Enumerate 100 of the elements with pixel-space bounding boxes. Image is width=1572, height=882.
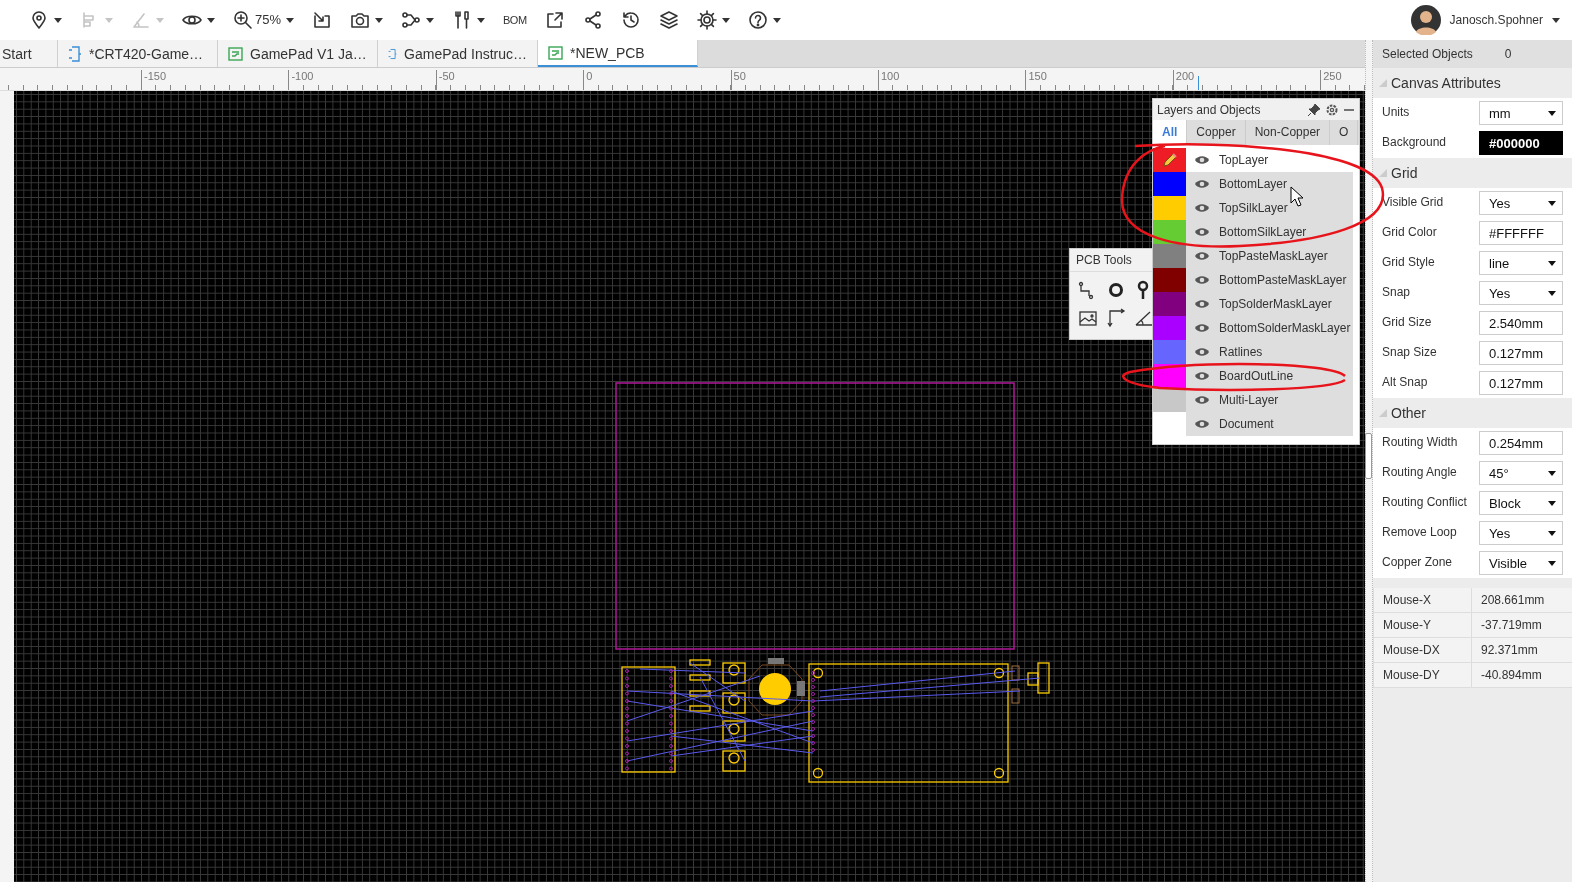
eye-icon[interactable] <box>1194 203 1210 213</box>
eye-icon[interactable] <box>1194 347 1210 357</box>
coordinate-value: 92.371mm <box>1471 638 1572 663</box>
property-label: Routing Conflict <box>1382 495 1467 509</box>
caret-icon <box>1552 17 1560 23</box>
ruler-label: 200 <box>1172 70 1195 90</box>
document-tab[interactable]: *CRT420-Game… <box>58 40 218 67</box>
layer-name: TopSilkLayer <box>1219 201 1288 215</box>
eye-icon[interactable] <box>1194 251 1210 261</box>
property-label: Snap <box>1382 285 1411 299</box>
section-header[interactable]: Canvas Attributes <box>1373 68 1572 98</box>
layer-row[interactable]: Ratlines <box>1153 340 1353 364</box>
dimension-icon[interactable] <box>1106 308 1126 328</box>
input-field[interactable]: 0.127mm <box>1479 341 1563 365</box>
color-field[interactable]: #000000 <box>1479 131 1563 155</box>
property-label: Routing Width <box>1382 435 1458 449</box>
eye-icon[interactable] <box>1194 299 1210 309</box>
section-title: Grid <box>1391 165 1418 181</box>
eye-icon[interactable] <box>1194 179 1210 189</box>
layer-row[interactable]: TopSolderMaskLayer <box>1153 292 1353 316</box>
layer-filter-tab[interactable]: Copper <box>1187 120 1246 145</box>
layer-name: BottomSolderMaskLayer <box>1219 321 1351 335</box>
angle-icon <box>131 10 151 30</box>
layer-name: Ratlines <box>1219 345 1263 359</box>
user-menu[interactable]: Janosch.Spohner <box>1404 4 1566 36</box>
pad-icon[interactable] <box>1106 280 1126 300</box>
layer-name: TopSolderMaskLayer <box>1219 297 1332 311</box>
pin-icon[interactable] <box>1307 102 1321 117</box>
toolbar-button[interactable]: 75% <box>226 4 302 36</box>
layer-row[interactable]: Multi-Layer <box>1153 388 1353 412</box>
dropdown[interactable]: Block <box>1479 491 1563 515</box>
layer-name: TopPasteMaskLayer <box>1219 249 1328 263</box>
caret-icon <box>1548 290 1556 296</box>
layer-filter-tab[interactable]: O <box>1330 120 1359 145</box>
dropdown[interactable]: Yes <box>1479 281 1563 305</box>
settings-icon <box>696 10 717 30</box>
document-tab[interactable]: Start <box>0 40 58 67</box>
layer-row[interactable]: BottomSilkLayer <box>1153 220 1353 244</box>
dropdown[interactable]: Yes <box>1479 191 1563 215</box>
ruler-label: -50 <box>435 70 455 90</box>
selected-objects-count: 0 <box>1504 47 1512 61</box>
input-field[interactable]: 2.540mm <box>1479 311 1563 335</box>
coordinate-value: 208.661mm <box>1471 588 1572 613</box>
section-header[interactable]: Grid <box>1373 158 1572 188</box>
help-icon <box>747 10 768 30</box>
eye-icon[interactable] <box>1194 155 1210 165</box>
property-label: Units <box>1382 105 1410 119</box>
eye-icon[interactable] <box>1194 227 1210 237</box>
layer-filter-tab[interactable]: All <box>1153 120 1188 145</box>
avatar-icon <box>1410 5 1441 35</box>
caret-icon <box>1548 470 1556 476</box>
network-icon <box>401 10 422 30</box>
layer-row[interactable]: BottomLayer <box>1153 172 1353 196</box>
ruler-label: 100 <box>878 70 900 90</box>
document-tab[interactable]: GamePad Instruc… <box>378 40 538 67</box>
section-title: Other <box>1391 405 1426 421</box>
layers-icon <box>658 10 679 30</box>
settings-icon[interactable] <box>1325 102 1339 117</box>
dropdown[interactable]: Visible <box>1479 551 1563 575</box>
dropdown[interactable]: mm <box>1479 101 1563 125</box>
location-pin-icon <box>29 10 49 30</box>
input-field[interactable]: 0.254mm <box>1479 431 1563 455</box>
ruler-label: -150 <box>141 70 167 90</box>
layer-name: TopLayer <box>1219 153 1269 167</box>
property-label: Grid Color <box>1382 225 1437 239</box>
dropdown[interactable]: 45° <box>1479 461 1563 485</box>
layer-filter-tab[interactable]: Non-Copper <box>1245 120 1331 145</box>
section-header[interactable]: Other <box>1373 398 1572 428</box>
dropdown[interactable]: Yes <box>1479 521 1563 545</box>
dropdown[interactable]: line <box>1479 251 1563 275</box>
layer-row[interactable]: Document <box>1153 412 1353 436</box>
input-field[interactable]: #FFFFFF <box>1479 221 1563 245</box>
ruler-label: 50 <box>730 70 746 90</box>
layer-name: BottomSilkLayer <box>1219 225 1307 239</box>
document-tab[interactable]: GamePad V1 Ja… <box>218 40 378 67</box>
layer-name: BottomLayer <box>1219 177 1288 191</box>
section-title: Canvas Attributes <box>1391 75 1501 91</box>
eye-icon[interactable] <box>1194 275 1210 285</box>
layer-row[interactable]: BottomSolderMaskLayer <box>1153 316 1353 340</box>
coordinate-label: Mouse-Y <box>1373 613 1471 638</box>
eye-icon[interactable] <box>1194 371 1210 381</box>
bom-button[interactable]: BOM <box>496 4 534 36</box>
layer-row[interactable]: TopSilkLayer <box>1153 196 1353 220</box>
eye-icon[interactable] <box>1194 323 1210 333</box>
caret-icon <box>1548 110 1556 116</box>
coordinate-label: Mouse-DX <box>1373 638 1471 663</box>
export-icon <box>544 10 565 30</box>
input-field[interactable]: 0.127mm <box>1479 371 1563 395</box>
layer-row[interactable]: BottomPasteMaskLayer <box>1153 268 1353 292</box>
document-tab[interactable]: *NEW_PCB <box>538 40 698 67</box>
layer-row[interactable]: TopPasteMaskLayer <box>1153 244 1353 268</box>
panel-title: Layers and Objects <box>1157 102 1262 117</box>
property-label: Routing Angle <box>1382 465 1457 479</box>
eye-icon[interactable] <box>1194 419 1210 429</box>
property-label: Copper Zone <box>1382 555 1453 569</box>
zoom-in-icon <box>233 10 253 30</box>
eye-icon[interactable] <box>1194 395 1210 405</box>
image-icon[interactable] <box>1078 308 1098 328</box>
ruler-label: 0 <box>583 70 593 90</box>
splitter-handle[interactable] <box>1365 433 1372 479</box>
